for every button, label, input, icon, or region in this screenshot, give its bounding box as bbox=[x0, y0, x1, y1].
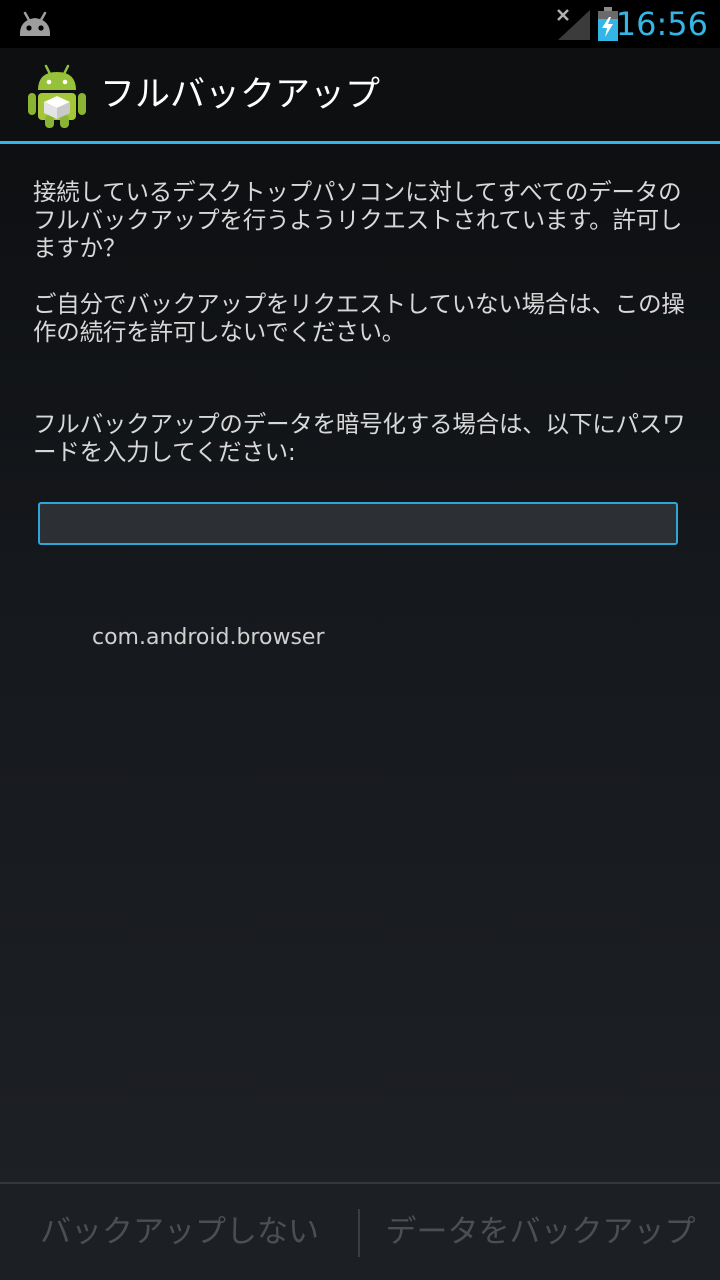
do-not-backup-button[interactable]: バックアップしない bbox=[0, 1184, 359, 1280]
status-bar: 16:56 bbox=[0, 0, 720, 48]
button-separator bbox=[358, 1209, 360, 1257]
action-bar: フルバックアップ bbox=[0, 48, 720, 142]
backup-request-message: 接続しているデスクトップパソコンに対してすべてのデータのフルバックアップを行うよ… bbox=[33, 178, 683, 262]
backup-screen: 16:56 フルバックアップ 接続しているデスクトップパソコンに対してすべてのデ… bbox=[0, 0, 720, 1280]
button-bar: バックアップしない データをバックアップ bbox=[0, 1182, 720, 1280]
encryption-password-input[interactable] bbox=[38, 502, 678, 545]
android-debug-icon bbox=[19, 11, 51, 36]
package-name: com.android.browser bbox=[92, 625, 325, 650]
status-time: 16:56 bbox=[615, 5, 708, 43]
encryption-prompt: フルバックアップのデータを暗号化する場合は、以下にパスワードを入力してください: bbox=[33, 410, 686, 466]
action-bar-divider bbox=[0, 141, 720, 144]
backup-data-button[interactable]: データをバックアップ bbox=[361, 1184, 720, 1280]
signal-no-service-icon bbox=[557, 9, 590, 40]
android-backup-icon bbox=[28, 64, 86, 128]
page-title: フルバックアップ bbox=[100, 75, 381, 115]
backup-warning-message: ご自分でバックアップをリクエストしていない場合は、この操作の続行を許可しないでく… bbox=[33, 290, 685, 346]
